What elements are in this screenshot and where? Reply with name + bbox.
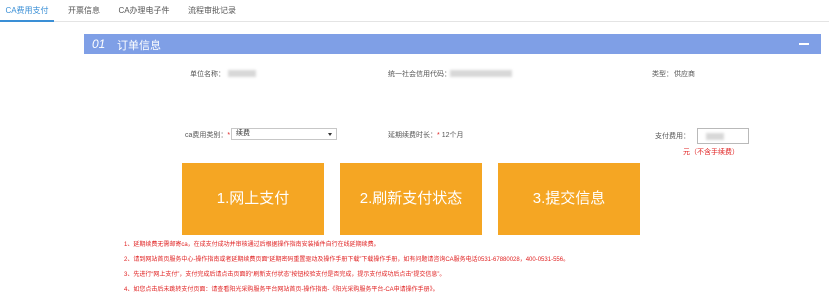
required-mark: * [227,132,231,139]
type-label: 类型： [652,71,673,78]
tab-bar: CA费用支付 开票信息 CA办理电子件 流程审批记录 [0,0,829,22]
pay-amount-field[interactable] [697,128,749,144]
online-pay-button[interactable]: 1.网上支付 [182,163,324,235]
tab-ca-fee-payment[interactable]: CA费用支付 [0,0,54,22]
note-item: 4、如您点击后未跳转支付页面：请查看阳光采购服务平台网站首页-操作指南-《阳光采… [124,287,439,293]
fee-type-select[interactable]: 续费 [231,128,337,140]
unit-name-label: 单位名称： [190,71,225,78]
fee-type-label: ca费用类别：* [185,130,230,140]
section-title: 订单信息 [117,40,161,52]
required-mark: * [437,132,440,139]
pay-amount-note: 元（不含手续费） [683,149,739,156]
tab-invoice-info[interactable]: 开票信息 [62,0,106,22]
credit-code-label: 统一社会信用代码： [388,71,451,78]
section-number: 01 [92,37,106,51]
renew-duration-label: 延期续费时长：* 12个月 [388,130,463,140]
type-value: 供应商 [674,71,695,78]
order-info-header: 01 订单信息 [84,34,821,54]
pay-amount-value-redacted [706,133,724,140]
note-item: 2、请到网站首页服务中心-操作指南或者延期续费页面“延期密码重置驱动及操作手册下… [124,257,570,263]
unit-name-value-redacted [228,70,256,77]
renew-duration-label-text: 延期续费时长： [388,132,437,139]
credit-code-value-redacted [450,70,512,77]
submit-info-button[interactable]: 3.提交信息 [498,163,640,235]
fee-type-selected-value: 续费 [236,130,250,137]
tab-ca-electronic-files[interactable]: CA办理电子件 [114,0,174,22]
note-item: 3、先进行“网上支付”，支付完成后请点击页面的“刷新支付状态”按钮校验支付是否完… [124,272,446,278]
tab-approval-records[interactable]: 流程审批记录 [182,0,242,22]
chevron-down-icon [328,133,332,136]
renew-duration-value: 12个月 [441,132,464,139]
note-item: 1、延期续费无需邮寄ca，在成支付成功并审核通过后根据操作指南安装插件自行在线延… [124,242,380,248]
pay-amount-label: 支付费用： [655,133,690,140]
fee-type-label-text: ca费用类别： [185,132,228,139]
refresh-pay-status-button[interactable]: 2.刷新支付状态 [340,163,482,235]
collapse-icon[interactable] [799,43,809,45]
